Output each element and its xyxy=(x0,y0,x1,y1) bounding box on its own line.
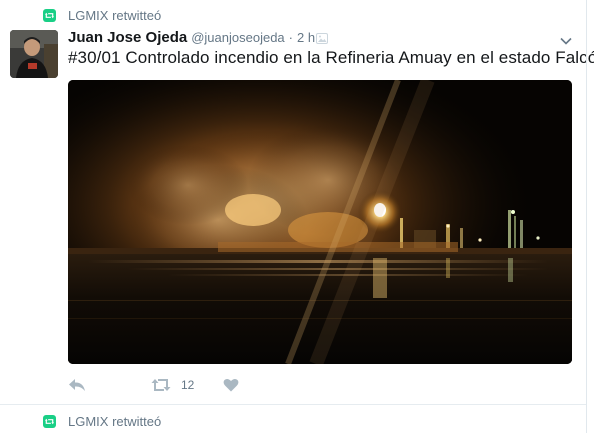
tweet-header: Juan Jose Ojeda @juanjoseojeda · 2 h xyxy=(68,29,315,47)
media-icon xyxy=(316,31,328,44)
retweet-icon xyxy=(43,414,56,428)
tweet[interactable]: LGMIX retwitteó Juan Jose Ojeda @juanjos… xyxy=(0,0,594,404)
divider xyxy=(0,404,586,405)
retweet-context-label: LGMIX retwitteó xyxy=(68,413,162,429)
author-name[interactable]: Juan Jose Ojeda xyxy=(68,29,187,46)
tweet-text: #30/01 Controlado incendio en la Refiner… xyxy=(68,48,594,67)
retweet-icon xyxy=(43,8,56,22)
chevron-down-icon[interactable] xyxy=(560,32,572,45)
retweet-count: 12 xyxy=(181,378,195,392)
reply-button[interactable] xyxy=(68,378,86,392)
avatar[interactable] xyxy=(10,30,58,78)
next-retweet-context[interactable]: LGMIX retwitteó xyxy=(43,411,161,431)
author-handle[interactable]: @juanjoseojeda xyxy=(191,30,284,45)
tweet-actions: 12 xyxy=(68,374,239,396)
tweet-photo[interactable] xyxy=(68,80,572,364)
heart-icon xyxy=(223,378,239,392)
timestamp[interactable]: 2 h xyxy=(297,30,315,45)
separator: · xyxy=(288,30,293,45)
retweet-context-label: LGMIX retwitteó xyxy=(68,7,162,23)
like-button[interactable] xyxy=(223,378,239,392)
retweet-context[interactable]: LGMIX retwitteó xyxy=(43,5,161,25)
retweet-button[interactable]: 12 xyxy=(150,378,194,392)
retweet-icon xyxy=(150,378,172,392)
timeline-border xyxy=(586,0,587,433)
reply-icon xyxy=(68,378,86,392)
